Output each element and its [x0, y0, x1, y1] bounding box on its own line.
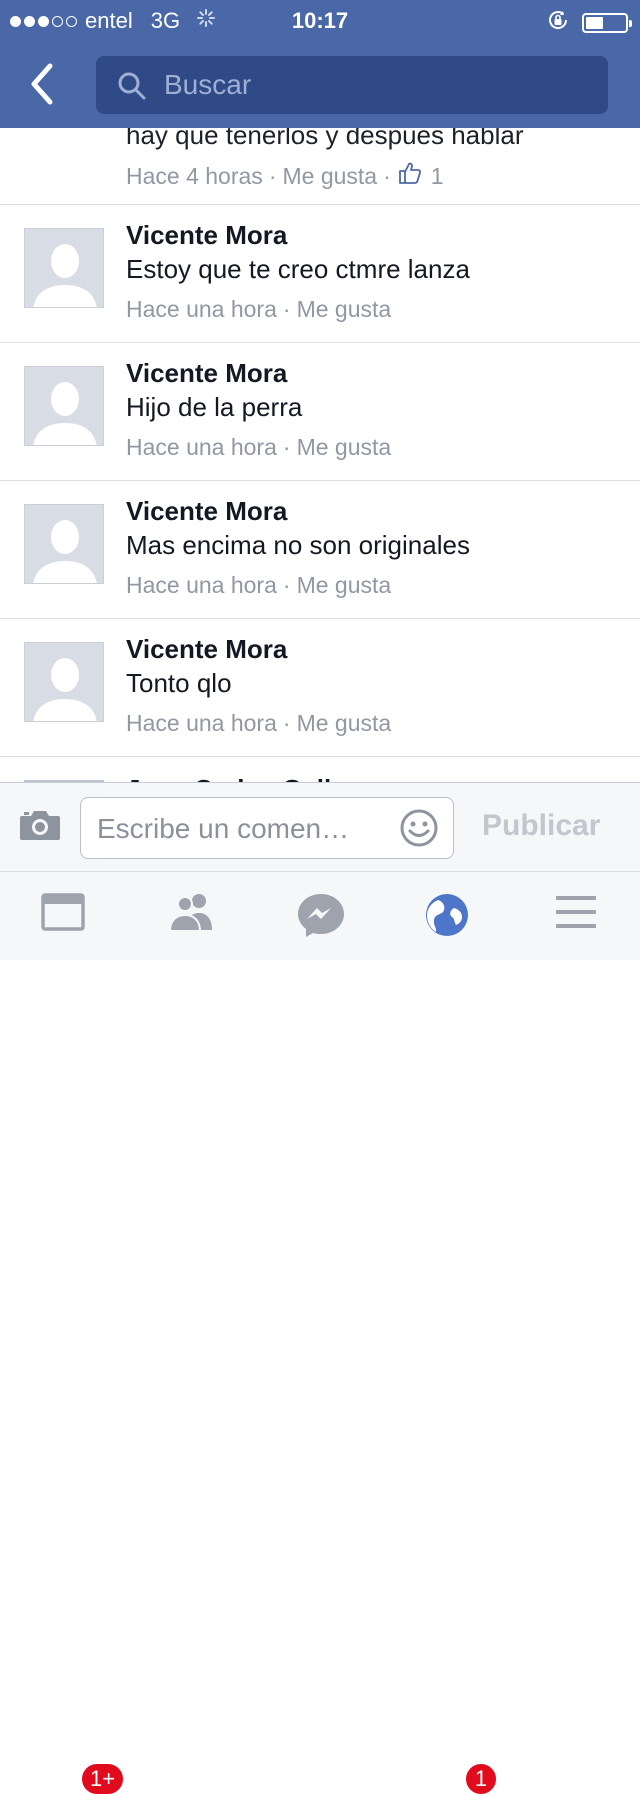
globe-icon	[426, 894, 468, 936]
comment-input[interactable]	[95, 808, 399, 850]
separator: ·	[282, 296, 291, 322]
camera-icon[interactable]	[18, 807, 62, 848]
comment-meta: Hace una hora · Me gusta	[126, 572, 391, 599]
like-link[interactable]: Me gusta	[282, 163, 377, 190]
comment-text: Estoy que te creo ctmre lanza	[126, 254, 470, 284]
comment-time: Hace 4 horas	[126, 162, 263, 189]
like-count: 1	[430, 162, 444, 189]
publish-button[interactable]: Publicar	[482, 809, 600, 843]
search-icon	[118, 72, 146, 100]
comment-author: Juan Carlos Galla	[126, 774, 346, 782]
search-input[interactable]	[162, 64, 586, 106]
comment-meta: Hace 4 horas · Me gusta · 1	[126, 160, 444, 192]
comment-time: Hace una hora	[126, 296, 277, 322]
comment-text: Tonto qlo	[126, 668, 232, 698]
status-right	[546, 8, 632, 38]
battery-icon	[582, 13, 632, 33]
comment-author[interactable]: Vicente Mora	[126, 634, 287, 665]
battery-level	[586, 17, 603, 29]
news-feed-icon	[41, 893, 85, 931]
smiley-icon[interactable]	[399, 808, 439, 853]
avatar[interactable]	[24, 504, 104, 584]
like-link[interactable]: Me gusta	[297, 710, 392, 737]
friends-icon	[168, 894, 212, 932]
partial-comment: Juan Carlos Galla	[0, 770, 640, 782]
back-arrow-icon[interactable]	[24, 62, 64, 106]
nav-bar	[0, 40, 640, 128]
comment-item: Vicente Mora Hijo de la perra Hace una hor…	[0, 342, 640, 481]
like-link[interactable]: Me gusta	[297, 434, 392, 461]
messenger-icon	[298, 894, 344, 937]
thumbs-up-icon	[397, 160, 423, 192]
comment-list: hay que tenerlos y despues hablar Hace 4…	[0, 128, 640, 782]
status-bar: entel 3G 10:17	[0, 0, 640, 40]
comment-input-box[interactable]	[80, 797, 454, 859]
avatar[interactable]	[24, 366, 104, 446]
tab-bar: 1+ 1	[0, 872, 640, 1796]
tab-notifications[interactable]	[424, 892, 474, 938]
comment-author[interactable]: Vicente Mora	[126, 496, 287, 527]
menu-icon	[556, 896, 596, 928]
comment-item: Vicente Mora Estoy que te creo ctmre lanz…	[0, 204, 640, 343]
separator: ·	[383, 162, 391, 189]
comment-meta: Hace una hora · Me gusta	[126, 710, 391, 737]
comment-item: hay que tenerlos y despues hablar Hace 4…	[0, 128, 640, 205]
tab-news-feed[interactable]	[40, 892, 90, 938]
orientation-lock-icon	[546, 8, 570, 38]
comment-item: Vicente Mora Mas encima no son originales…	[0, 480, 640, 619]
comment-text: hay que tenerlos y despues hablar	[126, 128, 524, 150]
comment-text: Mas encima no son originales	[126, 530, 470, 560]
clock: 10:17	[291, 8, 349, 33]
comment-text: Hijo de la perra	[126, 392, 303, 422]
comment-meta: Hace una hora · Me gusta	[126, 296, 391, 323]
like-link[interactable]: Me gusta	[297, 572, 392, 599]
comment-author[interactable]: Vicente Mora	[126, 358, 287, 389]
avatar[interactable]	[24, 228, 104, 308]
news-feed-badge: 1+	[80, 1762, 126, 1796]
separator: ·	[282, 572, 291, 598]
separator: ·	[282, 434, 291, 460]
notifications-badge: 1	[464, 1762, 498, 1796]
comment-time: Hace una hora	[126, 710, 277, 736]
comment-time: Hace una hora	[126, 572, 277, 598]
separator: ·	[282, 710, 291, 736]
separator: ·	[268, 162, 277, 189]
comment-item: Vicente Mora Tonto qlo Hace una hora · Me gu…	[0, 618, 640, 757]
comment-meta: Hace una hora · Me gusta	[126, 434, 391, 461]
tab-messenger[interactable]	[296, 892, 346, 938]
tab-more[interactable]	[554, 892, 604, 938]
avatar[interactable]	[24, 642, 104, 722]
comment-author[interactable]: Vicente Mora	[126, 220, 287, 251]
comment-composer: Publicar	[0, 782, 640, 872]
search-bar[interactable]	[96, 56, 608, 114]
tab-friends[interactable]	[166, 892, 216, 938]
comment-time: Hace una hora	[126, 434, 277, 460]
like-link[interactable]: Me gusta	[297, 296, 392, 323]
